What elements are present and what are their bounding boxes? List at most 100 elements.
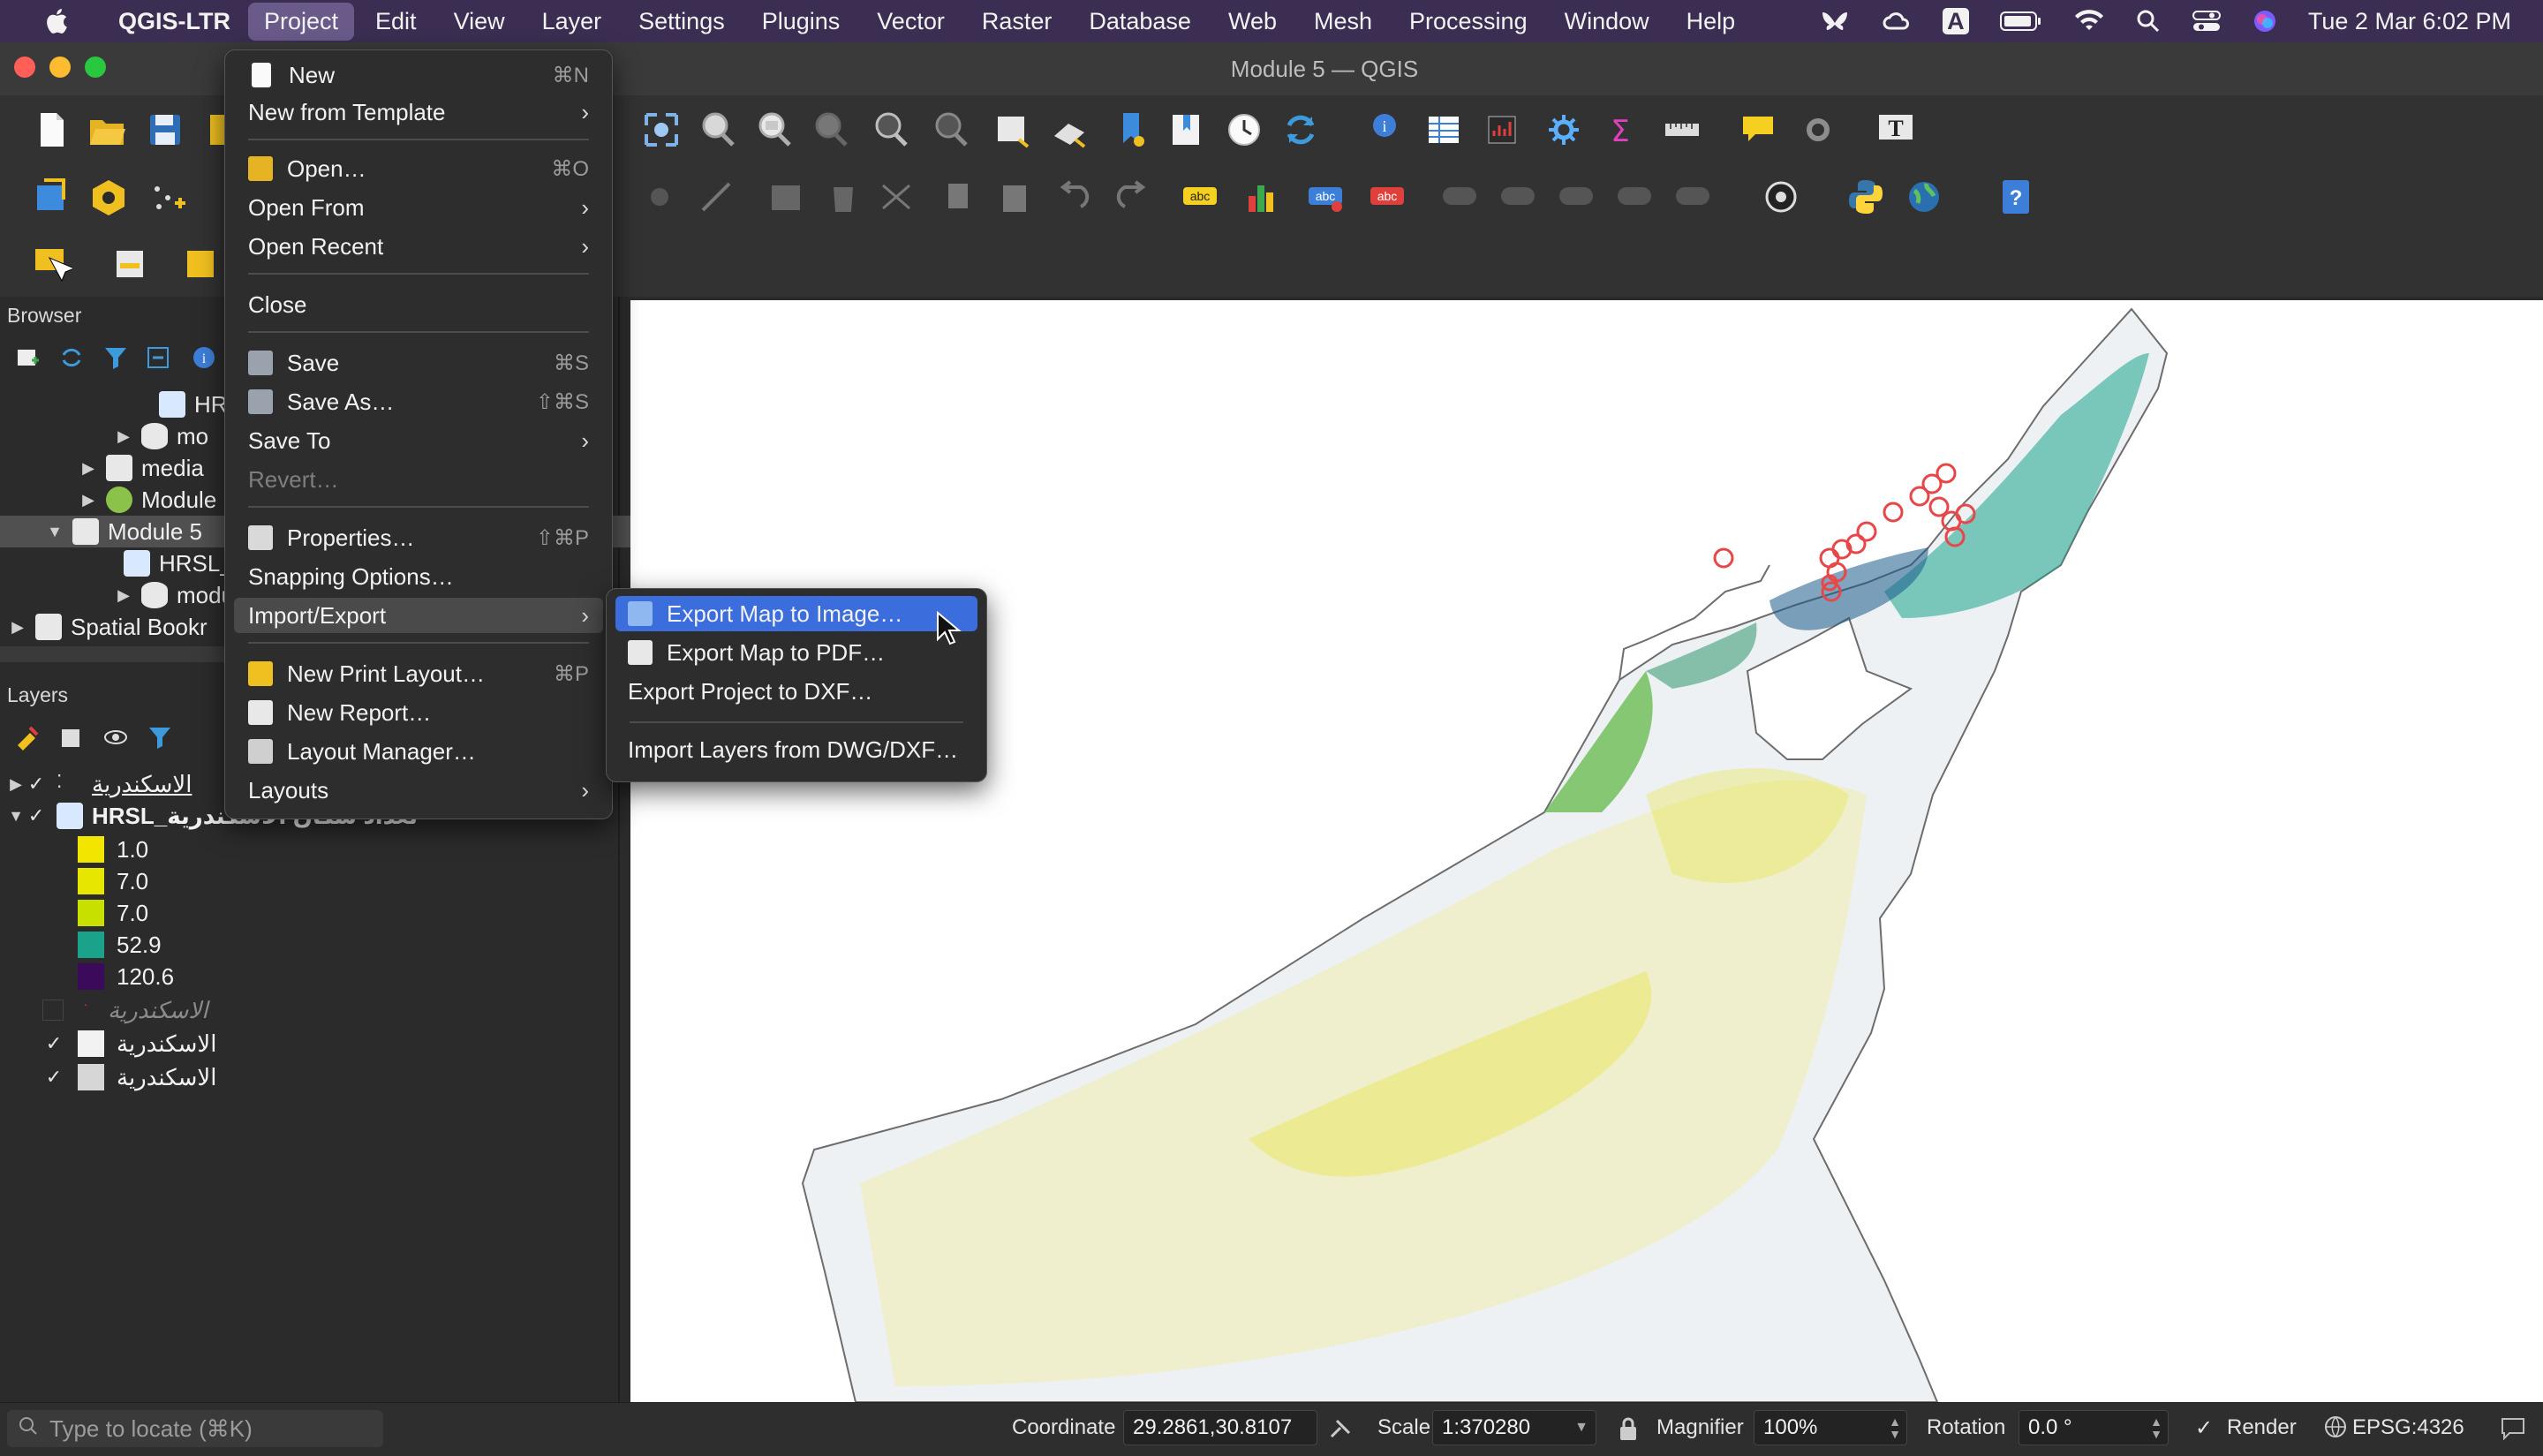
add-selected-layers-icon[interactable] [14, 344, 41, 375]
layer-row-polygon-1[interactable]: ✓ الاسكندرية [42, 1028, 216, 1060]
manage-visibility-icon[interactable] [102, 724, 129, 755]
menu-item-new-from-template[interactable]: New from Template › [234, 94, 603, 130]
menu-processing[interactable]: Processing [1393, 3, 1543, 41]
layer-row-hidden[interactable]: · الاسكندرية [42, 994, 208, 1026]
menu-window[interactable]: Window [1549, 3, 1665, 41]
filter-browser-icon[interactable] [102, 344, 129, 375]
menu-item-close[interactable]: Close [234, 287, 603, 322]
vertex-tool-icon[interactable] [694, 175, 738, 219]
add-group-icon[interactable] [58, 724, 85, 755]
butterfly-icon[interactable] [1819, 9, 1851, 34]
temporal-controller-icon[interactable] [1222, 108, 1266, 152]
delete-selected-icon[interactable] [821, 175, 865, 219]
new-scratch-layer-icon[interactable] [147, 175, 191, 219]
cut-features-icon[interactable] [874, 175, 918, 219]
python-console-icon[interactable] [1844, 175, 1888, 219]
help-contents-icon[interactable]: ? [1994, 175, 2038, 219]
menu-item-export-project-to-dxf[interactable]: Export Project to DXF… [615, 674, 977, 709]
wifi-icon[interactable] [2073, 9, 2105, 34]
new-bookmark-icon[interactable] [1111, 108, 1155, 152]
toggle-label-display-icon[interactable]: abc [1365, 175, 1409, 219]
menu-item-save[interactable]: Save ⌘S [234, 345, 603, 381]
zoom-next-icon[interactable] [929, 108, 973, 152]
menu-layer[interactable]: Layer [526, 3, 618, 41]
menu-item-export-map-to-image[interactable]: Export Map to Image… [615, 596, 977, 631]
menu-item-save-to[interactable]: Save To › [234, 423, 603, 458]
creative-cloud-icon[interactable] [1881, 9, 1913, 34]
menu-mesh[interactable]: Mesh [1298, 3, 1388, 41]
menu-item-layout-manager[interactable]: Layout Manager… [234, 734, 603, 769]
zoom-to-layer-icon[interactable] [752, 108, 796, 152]
field-calculator-icon[interactable]: Σ [1598, 108, 1642, 152]
locator-search-field[interactable]: Type to locate (⌘K) [7, 1410, 383, 1447]
crs-label[interactable]: EPSG:4326 [2352, 1415, 2464, 1440]
show-hide-label-icon[interactable] [1496, 175, 1540, 219]
style-manager-icon[interactable] [14, 724, 41, 755]
layer-visibility-checkbox[interactable]: ✓ [25, 804, 48, 827]
map-canvas[interactable] [630, 300, 2543, 1402]
change-label-icon[interactable] [1671, 175, 1715, 219]
layer-diagram-icon[interactable] [1238, 175, 1282, 219]
coordinate-field[interactable]: 29.2861,30.8107 [1123, 1410, 1317, 1445]
select-by-value-icon[interactable] [109, 242, 154, 286]
menu-item-import-layers-from-dwg-dxf[interactable]: Import Layers from DWG/DXF… [615, 732, 977, 767]
collapse-arrow-icon[interactable]: ▼ [46, 523, 64, 541]
zoom-window-button[interactable] [85, 57, 106, 78]
new-project-icon[interactable] [30, 108, 74, 152]
expand-arrow-icon[interactable]: ▶ [115, 427, 132, 446]
layer-visibility-checkbox[interactable]: ✓ [42, 1032, 65, 1055]
expand-arrow-icon[interactable]: ▶ [7, 775, 25, 794]
menu-item-properties[interactable]: Properties… ⇧⌘P [234, 520, 603, 555]
rotation-spinbox[interactable]: 0.0 ° ▲ ▼ [2019, 1410, 2169, 1445]
open-statistical-summary-icon[interactable] [1480, 108, 1524, 152]
undo-icon[interactable] [1053, 175, 1097, 219]
menu-item-layouts[interactable]: Layouts › [234, 773, 603, 808]
paste-features-icon[interactable] [992, 175, 1037, 219]
clock[interactable]: Tue 2 Mar 6:02 PM [2308, 8, 2511, 35]
menu-edit[interactable]: Edit [359, 3, 433, 41]
digitize-node-icon[interactable] [638, 175, 682, 219]
zoom-to-selection-icon[interactable] [696, 108, 740, 152]
zoom-native-icon[interactable] [809, 108, 853, 152]
menu-item-export-map-to-pdf[interactable]: Export Map to PDF… [615, 635, 977, 670]
close-window-button[interactable] [14, 57, 35, 78]
toolbox-icon[interactable] [1542, 108, 1586, 152]
menu-item-save-as[interactable]: Save As… ⇧⌘S [234, 384, 603, 419]
layer-visibility-checkbox[interactable] [42, 1000, 64, 1021]
map-tips-icon[interactable] [1736, 108, 1780, 152]
redo-icon[interactable] [1109, 175, 1153, 219]
globe-plugin-icon[interactable] [1902, 175, 1946, 219]
minimize-window-button[interactable] [49, 57, 71, 78]
menu-item-open-recent[interactable]: Open Recent › [234, 229, 603, 264]
spotlight-search-icon[interactable] [2135, 8, 2162, 34]
expand-arrow-icon[interactable]: ▶ [79, 459, 97, 478]
modify-attributes-icon[interactable] [765, 175, 809, 219]
new-map-view-icon[interactable] [991, 108, 1035, 152]
layer-row-polygon-2[interactable]: ✓ الاسكندرية [42, 1061, 216, 1093]
new-3d-map-icon[interactable] [1047, 108, 1091, 152]
menu-help[interactable]: Help [1671, 3, 1752, 41]
show-bookmarks-icon[interactable] [1164, 108, 1208, 152]
zoom-full-icon[interactable] [639, 108, 683, 152]
spinner-arrows-icon[interactable]: ▲ ▼ [1889, 1415, 1901, 1440]
layer-labeling-icon[interactable]: abc [1178, 175, 1222, 219]
menu-item-new[interactable]: New ⌘N [234, 57, 603, 93]
identify-features-icon[interactable]: i [1365, 108, 1409, 152]
toggle-extents-icon[interactable] [1328, 1415, 1355, 1448]
rotate-label-icon[interactable] [1612, 175, 1656, 219]
quickmapservices-icon[interactable] [1759, 175, 1803, 219]
expand-arrow-icon[interactable]: ▶ [115, 586, 132, 605]
menu-item-import-export[interactable]: Import/Export › [234, 598, 603, 633]
layer-row-points[interactable]: ▶ ✓ ⁚ الاسكندرية [7, 768, 192, 800]
menu-plugins[interactable]: Plugins [746, 3, 856, 41]
select-features-icon[interactable] [30, 242, 74, 286]
collapse-arrow-icon[interactable]: ▼ [7, 807, 25, 826]
scale-combobox[interactable]: 1:370280 ▼ [1432, 1410, 1596, 1445]
menu-item-snapping-options[interactable]: Snapping Options… [234, 559, 603, 594]
apple-icon[interactable] [35, 1, 76, 41]
settings-gear-icon[interactable] [1796, 108, 1840, 152]
menu-settings[interactable]: Settings [623, 3, 741, 41]
magnifier-spinbox[interactable]: 100% ▲ ▼ [1754, 1410, 1907, 1445]
text-annotation-icon[interactable]: T [1874, 108, 1918, 152]
layer-visibility-checkbox[interactable]: ✓ [25, 773, 48, 796]
